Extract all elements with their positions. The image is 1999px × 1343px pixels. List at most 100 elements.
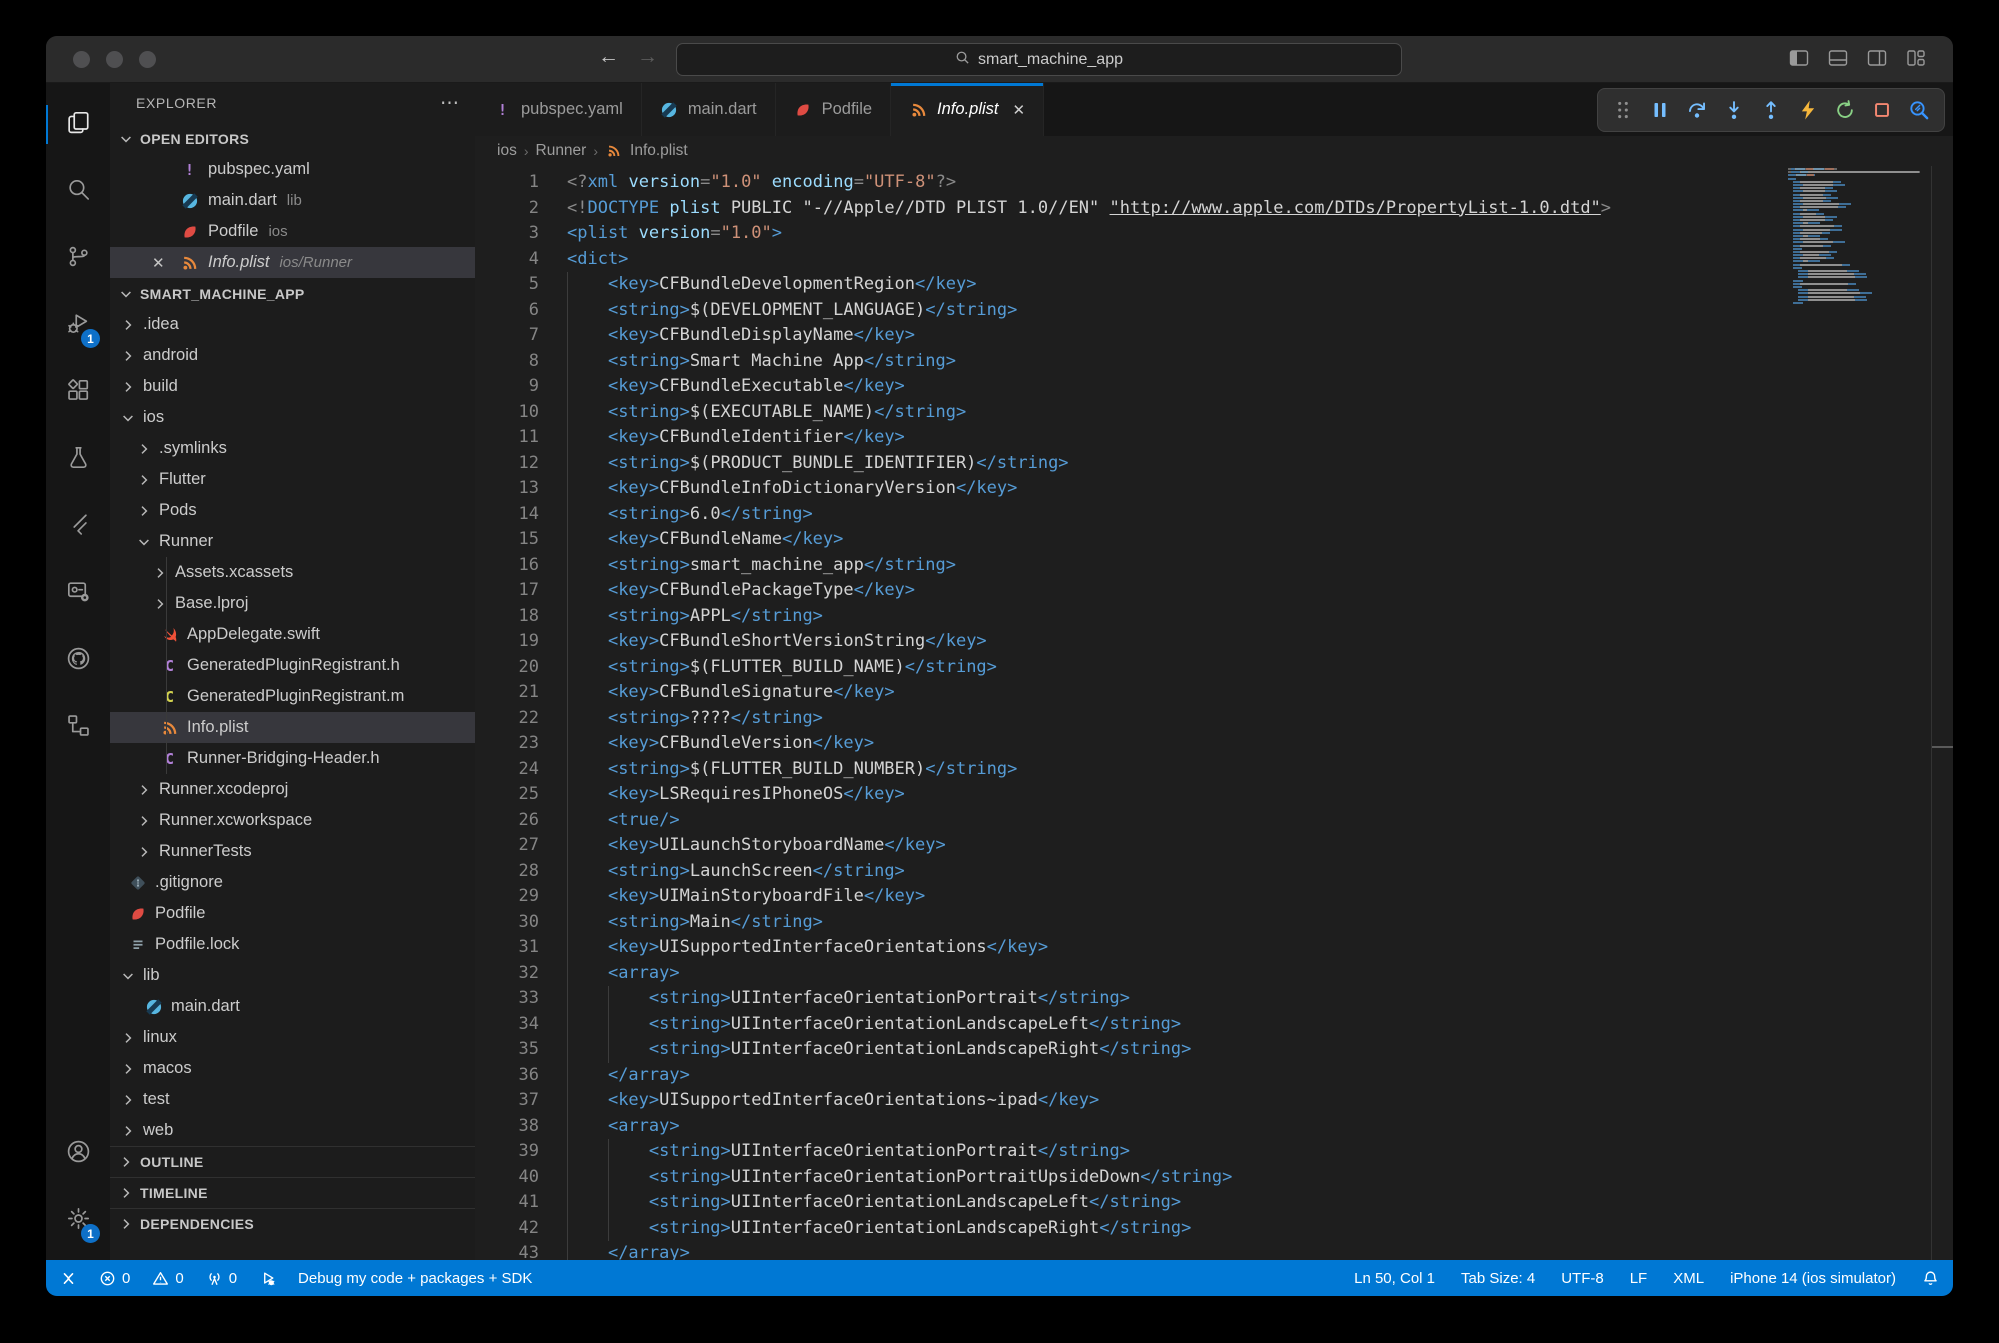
code-line[interactable]: 34 <string>UIInterfaceOrientationLandsca… [475, 1012, 1953, 1038]
code-line[interactable]: 21 <key>CFBundleSignature</key> [475, 680, 1953, 706]
pause-button[interactable] [1645, 95, 1675, 125]
code-line[interactable]: 38 <array> [475, 1114, 1953, 1140]
code-line[interactable]: 10 <string>$(EXECUTABLE_NAME)</string> [475, 400, 1953, 426]
tree-item-Flutter[interactable]: Flutter [110, 464, 475, 495]
code-line[interactable]: 18 <string>APPL</string> [475, 604, 1953, 630]
code-line[interactable]: 20 <string>$(FLUTTER_BUILD_NAME)</string… [475, 655, 1953, 681]
code-line[interactable]: 3<plist version="1.0"> [475, 221, 1953, 247]
warnings[interactable]: 0 [152, 1270, 183, 1287]
activity-item-search[interactable] [46, 158, 110, 225]
code-line[interactable]: 27 <key>UILaunchStoryboardName</key> [475, 833, 1953, 859]
device-selector[interactable]: iPhone 14 (ios simulator) [1730, 1270, 1896, 1287]
breadcrumb-file[interactable]: Info.plist [630, 142, 688, 160]
close-window-button[interactable] [73, 51, 90, 68]
code-line[interactable]: 23 <key>CFBundleVersion</key> [475, 731, 1953, 757]
activity-item-settings[interactable]: 1 [46, 1187, 110, 1254]
code-line[interactable]: 29 <key>UIMainStoryboardFile</key> [475, 884, 1953, 910]
code-line[interactable]: 39 <string>UIInterfaceOrientationPortrai… [475, 1139, 1953, 1165]
tree-item-Runner-Bridging-Header.h[interactable]: CRunner-Bridging-Header.h [110, 743, 475, 774]
code-line[interactable]: 7 <key>CFBundleDisplayName</key> [475, 323, 1953, 349]
section-timeline[interactable]: TIMELINE [110, 1177, 475, 1208]
activity-item-run-debug[interactable]: 1 [46, 292, 110, 359]
back-button[interactable]: ← [598, 45, 619, 69]
tree-item-AppDelegate.swift[interactable]: AppDelegate.swift [110, 619, 475, 650]
open-editor-Podfile[interactable]: Podfileios [110, 216, 475, 247]
code-line[interactable]: 6 <string>$(DEVELOPMENT_LANGUAGE)</strin… [475, 298, 1953, 324]
code-line[interactable]: 42 <string>UIInterfaceOrientationLandsca… [475, 1216, 1953, 1242]
step-out-button[interactable] [1756, 95, 1786, 125]
minimize-window-button[interactable] [106, 51, 123, 68]
code-line[interactable]: 15 <key>CFBundleName</key> [475, 527, 1953, 553]
maximize-window-button[interactable] [139, 51, 156, 68]
code-line[interactable]: 4<dict> [475, 247, 1953, 273]
code-line[interactable]: 30 <string>Main</string> [475, 910, 1953, 936]
code-line[interactable]: 35 <string>UIInterfaceOrientationLandsca… [475, 1037, 1953, 1063]
code-line[interactable]: 43 </array> [475, 1241, 1953, 1260]
activity-item-source-control[interactable] [46, 225, 110, 292]
activity-item-hierarchy[interactable] [46, 694, 110, 761]
tree-item-GeneratedPluginRegistrant.h[interactable]: CGeneratedPluginRegistrant.h [110, 650, 475, 681]
code-line[interactable]: 12 <string>$(PRODUCT_BUNDLE_IDENTIFIER)<… [475, 451, 1953, 477]
breadcrumb-item-ios[interactable]: ios [497, 142, 517, 160]
scrollbar-mark[interactable] [1932, 746, 1953, 748]
tree-item-test[interactable]: test [110, 1084, 475, 1115]
breadcrumb-item-Runner[interactable]: Runner [536, 142, 587, 160]
inspector-button[interactable] [1904, 95, 1934, 125]
code-line[interactable]: 31 <key>UISupportedInterfaceOrientations… [475, 935, 1953, 961]
toggle-sidebar-button[interactable] [1788, 47, 1810, 69]
open-editor-Info.plist[interactable]: ✕Info.plistios/Runner [110, 247, 475, 278]
close-icon[interactable]: ✕ [152, 254, 180, 272]
section-open-editors[interactable]: OPEN EDITORS [110, 123, 475, 154]
tree-item-Runner.xcodeproj[interactable]: Runner.xcodeproj [110, 774, 475, 805]
code-line[interactable]: 24 <string>$(FLUTTER_BUILD_NUMBER)</stri… [475, 757, 1953, 783]
code-line[interactable]: 16 <string>smart_machine_app</string> [475, 553, 1953, 579]
activity-item-explorer[interactable] [46, 91, 110, 158]
code-line[interactable]: 28 <string>LaunchScreen</string> [475, 859, 1953, 885]
tree-item-lib[interactable]: lib [110, 960, 475, 991]
section-dependencies[interactable]: DEPENDENCIES [110, 1208, 475, 1239]
tree-item-Podfile[interactable]: Podfile [110, 898, 475, 929]
section-project[interactable]: SMART_MACHINE_APP [110, 278, 475, 309]
restart-button[interactable] [1830, 95, 1860, 125]
tree-item-Base.lproj[interactable]: Base.lproj [110, 588, 475, 619]
tree-item-Runner[interactable]: Runner [110, 526, 475, 557]
code-editor[interactable]: 1<?xml version="1.0" encoding="UTF-8"?>2… [475, 166, 1953, 1260]
activity-item-app-config[interactable] [46, 560, 110, 627]
code-line[interactable]: 36 </array> [475, 1063, 1953, 1089]
encoding[interactable]: UTF-8 [1561, 1270, 1604, 1287]
code-line[interactable]: 8 <string>Smart Machine App</string> [475, 349, 1953, 375]
notifications-bell[interactable] [1922, 1270, 1939, 1287]
activity-item-github[interactable] [46, 627, 110, 694]
code-line[interactable]: 9 <key>CFBundleExecutable</key> [475, 374, 1953, 400]
code-line[interactable]: 32 <array> [475, 961, 1953, 987]
tree-item-Assets.xcassets[interactable]: Assets.xcassets [110, 557, 475, 588]
hot-reload-button[interactable] [1793, 95, 1823, 125]
more-actions-icon[interactable]: ⋯ [440, 92, 461, 115]
tree-item-.gitignore[interactable]: .gitignore [110, 867, 475, 898]
code-line[interactable]: 13 <key>CFBundleInfoDictionaryVersion</k… [475, 476, 1953, 502]
toggle-panel-button[interactable] [1827, 47, 1849, 69]
activity-item-testing[interactable] [46, 426, 110, 493]
remote-indicator[interactable] [60, 1270, 77, 1287]
minimap[interactable] [1788, 168, 1930, 305]
code-line[interactable]: 26 <true/> [475, 808, 1953, 834]
command-center-search[interactable]: smart_machine_app [676, 43, 1402, 76]
code-line[interactable]: 25 <key>LSRequiresIPhoneOS</key> [475, 782, 1953, 808]
tree-item-main.dart[interactable]: main.dart [110, 991, 475, 1022]
tab-pubspec.yaml[interactable]: !pubspec.yaml [475, 83, 642, 136]
tree-item-GeneratedPluginRegistrant.m[interactable]: CGeneratedPluginRegistrant.m [110, 681, 475, 712]
tree-item-Info.plist[interactable]: Info.plist [110, 712, 475, 743]
toggle-secondary-sidebar-button[interactable] [1866, 47, 1888, 69]
eol[interactable]: LF [1630, 1270, 1648, 1287]
tree-item-Runner.xcworkspace[interactable]: Runner.xcworkspace [110, 805, 475, 836]
code-line[interactable]: 37 <key>UISupportedInterfaceOrientations… [475, 1088, 1953, 1114]
step-into-button[interactable] [1719, 95, 1749, 125]
stop-button[interactable] [1867, 95, 1897, 125]
tree-item-android[interactable]: android [110, 340, 475, 371]
code-line[interactable]: 41 <string>UIInterfaceOrientationLandsca… [475, 1190, 1953, 1216]
code-line[interactable]: 22 <string>????</string> [475, 706, 1953, 732]
tree-item-build[interactable]: build [110, 371, 475, 402]
debug-status-icon[interactable] [259, 1270, 276, 1287]
code-line[interactable]: 5 <key>CFBundleDevelopmentRegion</key> [475, 272, 1953, 298]
code-line[interactable]: 19 <key>CFBundleShortVersionString</key> [475, 629, 1953, 655]
